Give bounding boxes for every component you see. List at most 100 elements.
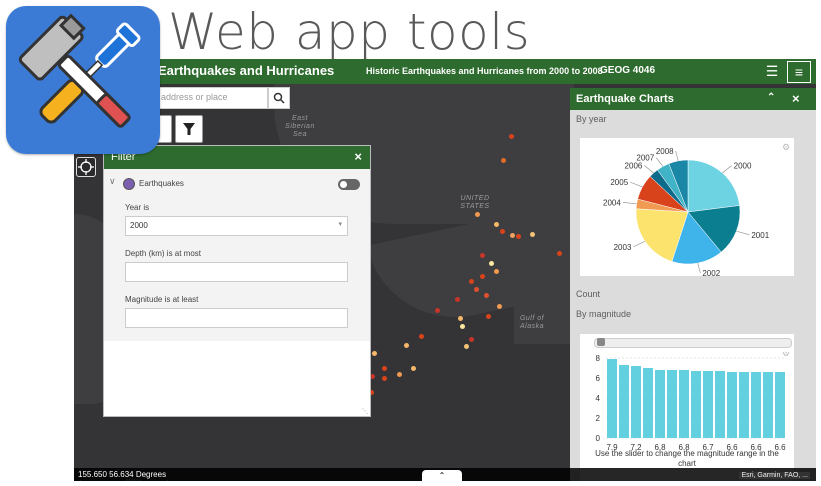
gear-icon[interactable]: ⚙ [782,142,790,152]
earthquake-point[interactable] [419,334,424,339]
earthquake-point[interactable] [501,158,506,163]
earthquake-point[interactable] [404,343,409,348]
layer-symbol-icon [123,178,135,190]
bar[interactable] [655,370,665,438]
earthquake-point[interactable] [489,261,494,266]
pie-label: 2001 [751,231,769,240]
pie-slice[interactable] [687,159,740,213]
magnitude-slider[interactable] [594,338,792,348]
close-icon[interactable]: × [354,149,362,164]
pie-leader-line [697,263,701,273]
pie-label: 2005 [610,178,628,187]
slider-handle[interactable] [597,338,605,346]
collapse-icon[interactable]: ⌃ [767,92,775,103]
pie-leader-line [655,157,664,167]
earthquake-point[interactable] [372,351,377,356]
earthquake-point[interactable] [509,134,514,139]
pie-leader-line [630,181,643,188]
filter-button[interactable] [175,115,203,143]
y-tick-label: 2 [596,414,601,423]
pie-leader-line [736,230,750,236]
earthquake-point[interactable] [500,229,505,234]
earthquake-point[interactable] [469,279,474,284]
bar[interactable] [691,371,701,438]
earthquake-point[interactable] [480,274,485,279]
bar[interactable] [763,372,773,438]
slider-note: Use the slider to change the magnitude r… [595,449,779,468]
earthquake-point[interactable] [475,212,480,217]
earthquake-point[interactable] [486,314,491,319]
search-button[interactable] [268,87,290,109]
earthquake-point[interactable] [484,293,489,298]
pie-label: 2003 [614,243,632,252]
earthquake-point[interactable] [480,253,485,258]
bar[interactable] [751,372,761,438]
bar[interactable] [703,371,713,438]
list-icon[interactable]: ☰ [761,61,783,81]
earthquake-point[interactable] [474,287,479,292]
earthquake-point[interactable] [455,297,460,302]
land-mass [514,144,574,344]
earthquake-point[interactable] [458,316,463,321]
pie-leader-line [633,240,646,248]
earthquake-point[interactable] [494,269,499,274]
earthquake-point[interactable] [557,251,562,256]
earthquake-point[interactable] [460,324,465,329]
menu-icon[interactable]: ≡ [787,61,811,83]
bar[interactable] [607,359,617,438]
filter-panel: Filter × ∨ Earthquakes Year is 2000 ▾ De… [103,145,371,417]
y-tick-label: 8 [596,354,601,363]
earthquake-point[interactable] [382,376,387,381]
bar[interactable] [715,371,725,438]
locate-button[interactable] [76,157,96,177]
search-input[interactable]: address or place [158,87,268,109]
pie-chart-card: 2000 2001 2002 2003 2004 2005 2006 2007 2008 ⚙ [580,138,794,278]
earthquake-point[interactable] [469,337,474,342]
y-tick-label: 0 [596,434,601,443]
bar[interactable] [727,372,737,438]
close-icon[interactable]: × [792,91,800,106]
pie-leader-line [644,165,654,174]
bar[interactable] [775,372,785,438]
search-icon [273,92,285,104]
pie-label: 2008 [656,147,674,156]
bar[interactable] [643,368,653,438]
chevron-up-icon[interactable]: ⌃ [422,470,462,481]
pie-label: 2006 [625,161,643,170]
earthquake-point[interactable] [411,366,416,371]
earthquake-point[interactable] [530,232,535,237]
gear-icon[interactable]: ⚙ [782,352,790,358]
earthquake-point[interactable] [516,234,521,239]
filter-panel-body [104,341,370,416]
bar-chart-card: 0 2 4 6 8 7.9 7.2 6.8 6.8 6.7 6.6 6.6 6.6 ⚙ Use the s… [580,334,794,481]
y-tick-label: 6 [596,374,601,383]
bar[interactable] [631,366,641,438]
magnitude-input[interactable] [125,308,348,328]
bar[interactable] [739,372,749,438]
depth-input[interactable] [125,262,348,282]
earthquake-point[interactable] [510,233,515,238]
earthquake-point[interactable] [497,304,502,309]
depth-label: Depth (km) is at most [125,249,202,258]
chevron-down-icon[interactable]: ∨ [109,176,116,187]
by-year-label: By year [576,114,607,124]
chart-panel-title: Earthquake Charts [576,93,674,105]
chart-panel-header: Earthquake Charts ⌃ × [570,88,816,110]
filter-toggle[interactable] [338,179,360,190]
y-tick-label: 4 [596,394,601,403]
earthquake-point[interactable] [464,344,469,349]
pie-leader-line [722,165,732,174]
resize-handle-icon[interactable]: ⋱ [362,408,368,415]
earthquake-point[interactable] [494,222,499,227]
bar[interactable] [667,370,677,438]
pie-leader-line [622,202,637,205]
count-label: Count [576,289,601,299]
year-select[interactable]: 2000 ▾ [125,216,348,236]
year-label: Year is [125,203,150,212]
earthquake-point[interactable] [382,366,387,371]
earthquake-point[interactable] [397,372,402,377]
bar[interactable] [679,370,689,438]
bar[interactable] [619,365,629,438]
by-magnitude-label: By magnitude [576,309,632,319]
earthquake-point[interactable] [435,308,440,313]
